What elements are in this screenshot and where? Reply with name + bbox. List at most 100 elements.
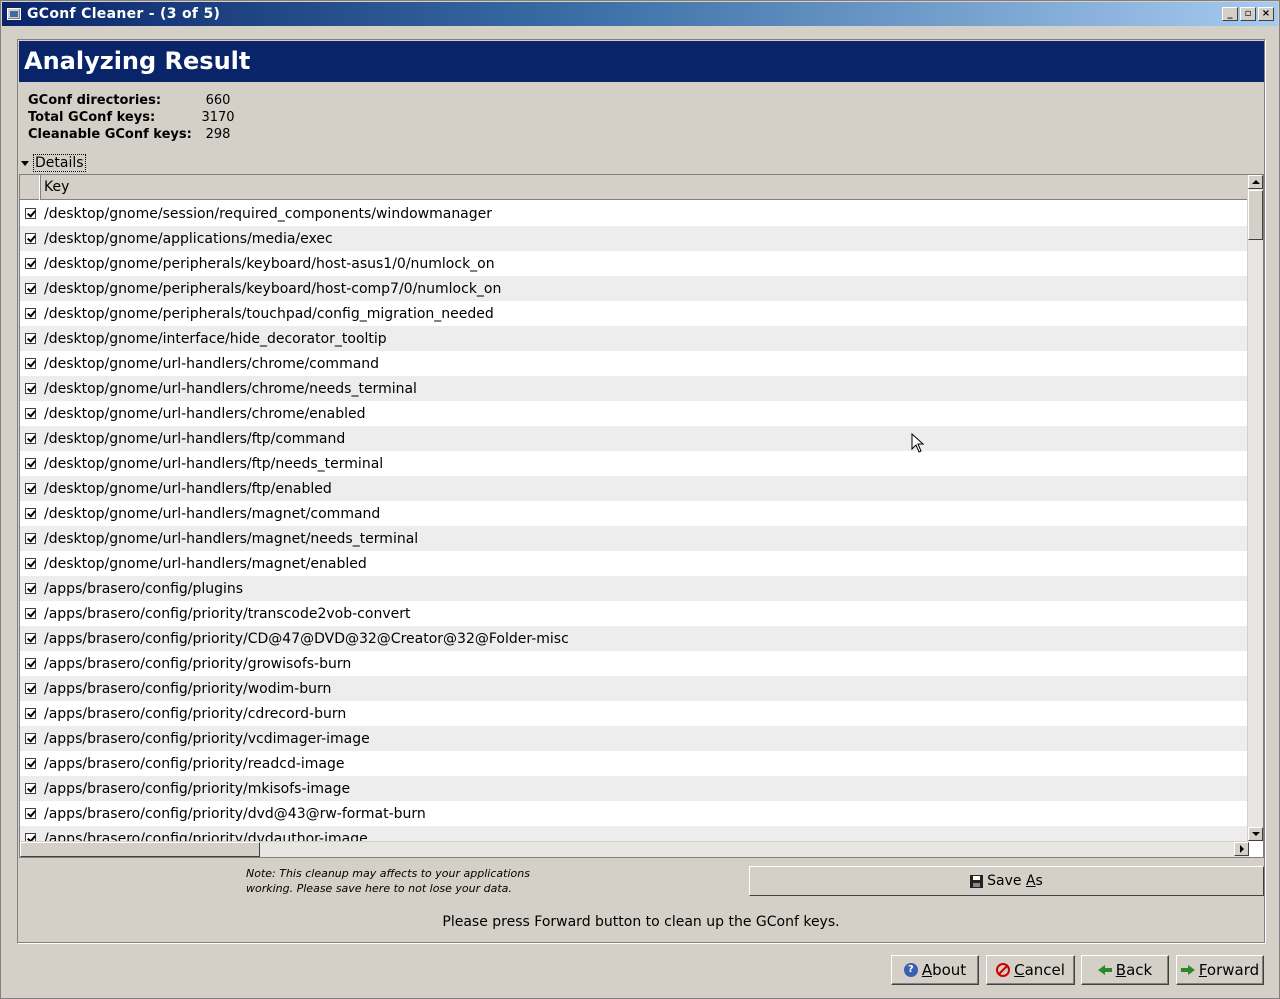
key-path: /desktop/gnome/peripherals/keyboard/host… [44, 280, 502, 297]
row-checkbox[interactable] [25, 633, 36, 644]
list-header: Key [20, 175, 1249, 200]
list-item[interactable]: /desktop/gnome/peripherals/keyboard/host… [20, 276, 1249, 301]
row-checkbox[interactable] [25, 833, 36, 841]
row-checkbox[interactable] [25, 483, 36, 494]
about-rest: bout [932, 961, 967, 979]
list-item[interactable]: /desktop/gnome/url-handlers/ftp/enabled [20, 476, 1249, 501]
window-controls: _ ▫ × [1222, 7, 1274, 21]
list-item[interactable]: /apps/brasero/config/priority/dvd@43@rw-… [20, 801, 1249, 826]
save-as-label: Save As [987, 873, 1043, 889]
list-item[interactable]: /desktop/gnome/peripherals/touchpad/conf… [20, 301, 1249, 326]
key-path: /apps/brasero/config/priority/vcdimager-… [44, 730, 370, 747]
list-item[interactable]: /desktop/gnome/url-handlers/chrome/needs… [20, 376, 1249, 401]
list-item[interactable]: /apps/brasero/config/priority/dvdauthor-… [20, 826, 1249, 841]
list-item[interactable]: /desktop/gnome/url-handlers/ftp/command [20, 426, 1249, 451]
list-item[interactable]: /desktop/gnome/interface/hide_decorator_… [20, 326, 1249, 351]
maximize-icon[interactable]: ▫ [1240, 7, 1256, 21]
key-path: /desktop/gnome/applications/media/exec [44, 230, 333, 247]
vertical-scroll-thumb[interactable] [1248, 190, 1263, 240]
arrow-down-icon [1251, 832, 1260, 836]
about-button[interactable]: ? About [891, 955, 979, 985]
row-checkbox[interactable] [25, 658, 36, 669]
app-window-icon[interactable] [7, 8, 21, 20]
cancel-button[interactable]: Cancel [986, 955, 1075, 985]
list-item[interactable]: /apps/brasero/config/plugins [20, 576, 1249, 601]
row-checkbox[interactable] [25, 508, 36, 519]
minimize-icon[interactable]: _ [1222, 7, 1238, 21]
list-item[interactable]: /apps/brasero/config/priority/cdrecord-b… [20, 701, 1249, 726]
row-checkbox[interactable] [25, 458, 36, 469]
list-item[interactable]: /desktop/gnome/url-handlers/magnet/needs… [20, 526, 1249, 551]
vertical-scrollbar[interactable] [1247, 175, 1263, 841]
scroll-right-button[interactable] [1234, 842, 1249, 856]
key-path: /desktop/gnome/url-handlers/ftp/enabled [44, 480, 332, 497]
column-header-key[interactable]: Key [41, 175, 1249, 199]
list-item[interactable]: /apps/brasero/config/priority/growisofs-… [20, 651, 1249, 676]
details-expander[interactable]: Details [20, 153, 86, 173]
list-item[interactable]: /desktop/gnome/applications/media/exec [20, 226, 1249, 251]
row-checkbox[interactable] [25, 533, 36, 544]
key-path: /desktop/gnome/url-handlers/magnet/needs… [44, 530, 419, 547]
row-checkbox[interactable] [25, 708, 36, 719]
row-checkbox[interactable] [25, 383, 36, 394]
row-checkbox[interactable] [25, 558, 36, 569]
stat-value: 298 [205, 127, 231, 142]
list-item[interactable]: /desktop/gnome/session/required_componen… [20, 201, 1249, 226]
key-path: /desktop/gnome/url-handlers/magnet/enabl… [44, 555, 367, 572]
stat-label: GConf directories: [28, 93, 162, 108]
key-path: /apps/brasero/config/priority/wodim-burn [44, 680, 332, 697]
list-item[interactable]: /desktop/gnome/url-handlers/chrome/comma… [20, 351, 1249, 376]
row-checkbox[interactable] [25, 358, 36, 369]
list-item[interactable]: /apps/brasero/config/priority/vcdimager-… [20, 726, 1249, 751]
horizontal-scrollbar[interactable] [20, 841, 1249, 857]
stat-cleanable-keys: Cleanable GConf keys: 298 [28, 126, 238, 143]
expander-arrow-icon[interactable] [21, 160, 29, 166]
list-item[interactable]: /desktop/gnome/peripherals/keyboard/host… [20, 251, 1249, 276]
close-icon[interactable]: × [1258, 7, 1274, 21]
list-item[interactable]: /apps/brasero/config/priority/transcode2… [20, 601, 1249, 626]
forward-button[interactable]: Forward [1176, 955, 1264, 985]
row-checkbox[interactable] [25, 233, 36, 244]
row-checkbox[interactable] [25, 433, 36, 444]
row-checkbox[interactable] [25, 283, 36, 294]
row-checkbox[interactable] [25, 258, 36, 269]
wizard-page: Analyzing Result GConf directories: 660 … [17, 39, 1265, 943]
back-button[interactable]: Back [1081, 955, 1169, 985]
scroll-up-button[interactable] [1248, 175, 1263, 189]
list-item[interactable]: /apps/brasero/config/priority/mkisofs-im… [20, 776, 1249, 801]
row-checkbox[interactable] [25, 683, 36, 694]
list-item[interactable]: /apps/brasero/config/priority/CD@47@DVD@… [20, 626, 1249, 651]
list-item[interactable]: /apps/brasero/config/priority/readcd-ima… [20, 751, 1249, 776]
row-checkbox[interactable] [25, 208, 36, 219]
save-as-label-mnemonic: A [1025, 873, 1036, 889]
list-item[interactable]: /desktop/gnome/url-handlers/magnet/enabl… [20, 551, 1249, 576]
row-checkbox[interactable] [25, 758, 36, 769]
arrow-up-icon [1251, 180, 1260, 184]
row-checkbox[interactable] [25, 808, 36, 819]
title-bar[interactable]: GConf Cleaner - (3 of 5) _ ▫ × [2, 2, 1278, 26]
key-path: /desktop/gnome/url-handlers/chrome/comma… [44, 355, 380, 372]
list-item[interactable]: /apps/brasero/config/priority/wodim-burn [20, 676, 1249, 701]
horizontal-scroll-thumb[interactable] [20, 842, 260, 857]
list-item[interactable]: /desktop/gnome/url-handlers/ftp/needs_te… [20, 451, 1249, 476]
row-checkbox[interactable] [25, 333, 36, 344]
row-checkbox[interactable] [25, 308, 36, 319]
column-header-check[interactable] [20, 175, 41, 200]
keys-list: Key /desktop/gnome/session/required_comp… [19, 174, 1264, 858]
row-checkbox[interactable] [25, 583, 36, 594]
save-as-button[interactable]: Save As [749, 866, 1264, 896]
details-label[interactable]: Details [33, 154, 86, 172]
key-path: /apps/brasero/config/priority/dvdauthor-… [44, 830, 368, 842]
row-checkbox[interactable] [25, 783, 36, 794]
row-checkbox[interactable] [25, 408, 36, 419]
list-item[interactable]: /desktop/gnome/url-handlers/chrome/enabl… [20, 401, 1249, 426]
row-checkbox[interactable] [25, 733, 36, 744]
key-path: /desktop/gnome/url-handlers/chrome/needs… [44, 380, 417, 397]
list-item[interactable]: /desktop/gnome/url-handlers/magnet/comma… [20, 501, 1249, 526]
key-path: /apps/brasero/config/priority/readcd-ima… [44, 755, 345, 772]
about-label: About [922, 961, 966, 979]
forward-mnemonic: F [1198, 961, 1207, 979]
page-title: Analyzing Result [19, 41, 1264, 82]
scroll-down-button[interactable] [1248, 827, 1263, 841]
row-checkbox[interactable] [25, 608, 36, 619]
